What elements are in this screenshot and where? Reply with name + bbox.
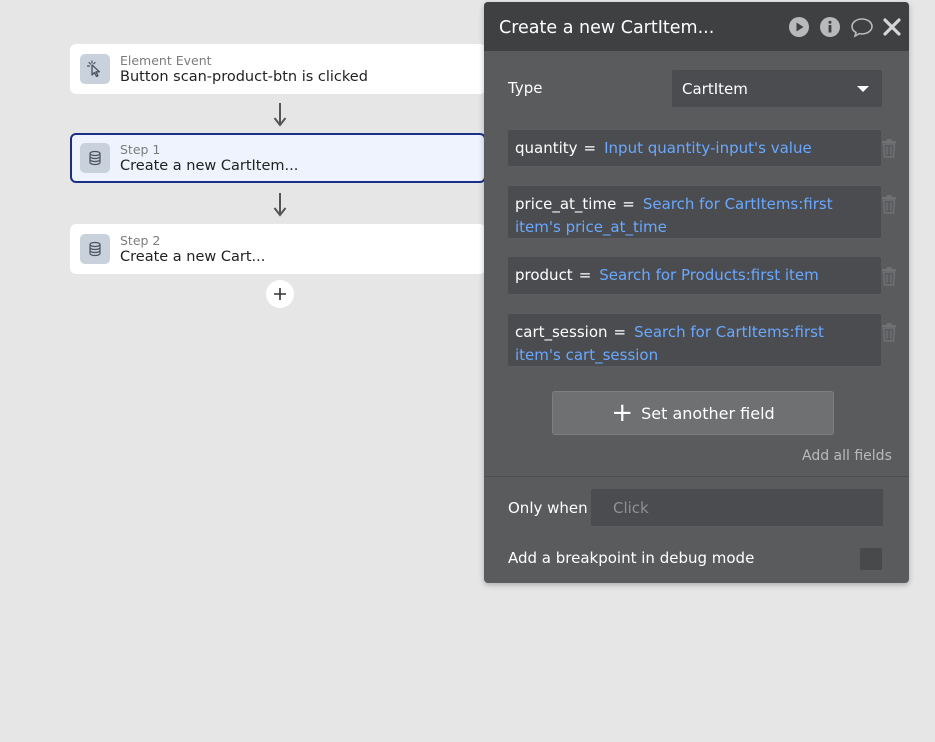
- step-title: Create a new CartItem...: [120, 158, 299, 174]
- only-when-input[interactable]: Click: [591, 489, 883, 526]
- step-label: Step 2: [120, 233, 161, 248]
- field-name: quantity: [515, 139, 578, 157]
- flow-arrow-icon: [273, 103, 287, 127]
- play-icon[interactable]: [788, 16, 810, 38]
- plus-icon: [274, 288, 286, 300]
- only-when-label: Only when: [508, 499, 588, 517]
- step-2-card[interactable]: Step 2 Create a new Cart...: [70, 224, 486, 274]
- set-another-field-button[interactable]: + Set another field: [552, 391, 834, 435]
- type-dropdown[interactable]: CartItem: [672, 70, 882, 107]
- cursor-click-icon: [80, 54, 110, 84]
- info-icon[interactable]: [819, 16, 841, 38]
- field-expression[interactable]: Input quantity-input's value: [604, 139, 812, 157]
- property-editor-panel: Create a new CartItem... Type CartItem q…: [484, 2, 909, 583]
- add-all-fields-link[interactable]: Add all fields: [802, 448, 892, 464]
- equals-sign: =: [622, 195, 635, 213]
- field-product[interactable]: product = Search for Products:first item: [508, 257, 881, 294]
- equals-sign: =: [578, 266, 592, 284]
- event-card[interactable]: Element Event Button scan-product-btn is…: [70, 44, 486, 94]
- event-title: Button scan-product-btn is clicked: [120, 69, 368, 85]
- field-name: price_at_time: [515, 195, 617, 213]
- only-when-placeholder: Click: [613, 499, 649, 517]
- divider: [484, 476, 909, 477]
- field-expression[interactable]: Search for Products:first item: [599, 266, 819, 284]
- breakpoint-checkbox[interactable]: [860, 548, 882, 570]
- panel-header: Create a new CartItem...: [484, 2, 909, 51]
- equals-sign: =: [583, 139, 597, 157]
- database-icon: [80, 143, 110, 173]
- flow-arrow-icon: [273, 193, 287, 217]
- trash-icon[interactable]: [880, 266, 898, 286]
- step-label: Step 1: [120, 142, 161, 157]
- field-quantity[interactable]: quantity = Input quantity-input's value: [508, 130, 881, 166]
- step-title: Create a new Cart...: [120, 249, 266, 265]
- plus-icon: +: [611, 398, 634, 428]
- field-name: cart_session: [515, 323, 608, 341]
- field-cart-session[interactable]: cart_session = Search for CartItems:first …: [508, 314, 881, 366]
- trash-icon[interactable]: [880, 322, 898, 342]
- add-step-button[interactable]: [266, 280, 294, 308]
- equals-sign: =: [613, 323, 627, 341]
- database-icon: [80, 234, 110, 264]
- trash-icon[interactable]: [880, 194, 898, 214]
- set-another-field-label: Set another field: [641, 403, 775, 423]
- type-value: CartItem: [682, 80, 748, 98]
- panel-title: Create a new CartItem...: [499, 18, 715, 38]
- chevron-down-icon: [857, 86, 869, 92]
- event-kind: Element Event: [120, 53, 212, 68]
- field-name: product: [515, 266, 573, 284]
- close-icon[interactable]: [882, 16, 902, 38]
- type-label: Type: [508, 79, 543, 97]
- trash-icon[interactable]: [880, 138, 898, 158]
- step-1-card[interactable]: Step 1 Create a new CartItem...: [70, 133, 486, 183]
- comment-icon[interactable]: [850, 16, 874, 38]
- breakpoint-label: Add a breakpoint in debug mode: [508, 549, 755, 567]
- field-price-at-time[interactable]: price_at_time = Search for CartItems:first…: [508, 186, 881, 238]
